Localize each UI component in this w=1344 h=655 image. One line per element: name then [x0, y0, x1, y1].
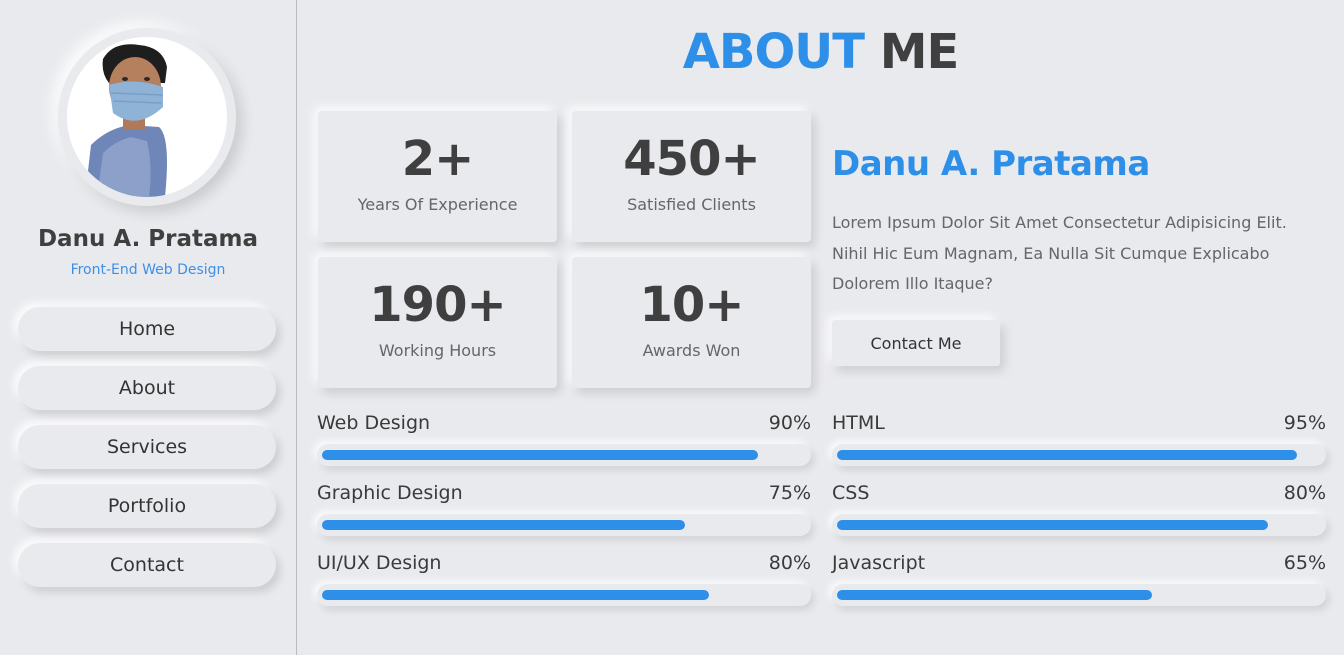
skill-web-design: Web Design 90% — [317, 412, 811, 482]
skill-name: Web Design — [317, 412, 431, 434]
avatar-frame — [58, 28, 236, 206]
profile-name: Danu A. Pratama — [37, 226, 259, 252]
page-title-highlight: ABOUT — [682, 24, 865, 80]
about-page: Danu A. Pratama Front-End Web Design Hom… — [0, 0, 1344, 655]
skill-percent: 75% — [768, 482, 811, 504]
stat-value: 450+ — [623, 131, 760, 187]
skill-percent: 90% — [768, 412, 811, 434]
skill-progress-fill — [837, 450, 1297, 460]
skill-progress-track — [317, 584, 811, 606]
skill-percent: 95% — [1283, 412, 1326, 434]
page-title-rest: ME — [879, 24, 960, 80]
stat-value: 2+ — [401, 131, 475, 187]
skill-html: HTML 95% — [832, 412, 1326, 482]
skill-progress-fill — [837, 520, 1268, 530]
skill-javascript: Javascript 65% — [832, 552, 1326, 622]
nav-about-button[interactable]: About — [18, 366, 276, 410]
skill-progress-track — [832, 444, 1326, 466]
skill-progress-track — [832, 514, 1326, 536]
about-description: Lorem Ipsum Dolor Sit Amet Consectetur A… — [832, 213, 1287, 293]
avatar — [67, 37, 227, 197]
skill-name: Javascript — [832, 552, 926, 574]
stat-label: Satisfied Clients — [627, 195, 756, 214]
about-name: Danu A. Pratama — [832, 144, 1150, 184]
nav-services-button[interactable]: Services — [18, 425, 276, 469]
stat-card-experience: 2+ Years Of Experience — [318, 111, 557, 242]
skill-name: CSS — [832, 482, 870, 504]
stat-value: 10+ — [639, 277, 744, 333]
skill-css: CSS 80% — [832, 482, 1326, 552]
stat-card-hours: 190+ Working Hours — [318, 257, 557, 388]
skill-progress-fill — [322, 450, 758, 460]
nav-contact-button[interactable]: Contact — [18, 543, 276, 587]
skill-name: HTML — [832, 412, 885, 434]
stat-value: 190+ — [369, 277, 506, 333]
profile-photo-icon — [67, 37, 227, 197]
profile-role: Front-End Web Design — [70, 262, 226, 278]
stat-label: Awards Won — [642, 341, 741, 360]
skill-percent: 80% — [768, 552, 811, 574]
skill-uiux-design: UI/UX Design 80% — [317, 552, 811, 622]
stat-card-clients: 450+ Satisfied Clients — [572, 111, 811, 242]
page-title: ABOUT ME — [297, 24, 1344, 80]
nav-portfolio-button[interactable]: Portfolio — [18, 484, 276, 528]
skill-progress-fill — [322, 590, 709, 600]
sidebar: Danu A. Pratama Front-End Web Design Hom… — [0, 0, 297, 655]
skill-progress-track — [317, 514, 811, 536]
skill-progress-track — [317, 444, 811, 466]
stat-label: Years Of Experience — [357, 195, 518, 214]
skill-name: UI/UX Design — [317, 552, 442, 574]
skill-percent: 80% — [1283, 482, 1326, 504]
skill-progress-fill — [322, 520, 685, 530]
skill-graphic-design: Graphic Design 75% — [317, 482, 811, 552]
skill-percent: 65% — [1283, 552, 1326, 574]
nav-home-button[interactable]: Home — [18, 307, 276, 351]
skill-progress-track — [832, 584, 1326, 606]
stat-card-awards: 10+ Awards Won — [572, 257, 811, 388]
skill-progress-fill — [837, 590, 1152, 600]
stat-label: Working Hours — [378, 341, 497, 360]
skill-name: Graphic Design — [317, 482, 463, 504]
contact-me-button[interactable]: Contact Me — [832, 320, 1000, 366]
